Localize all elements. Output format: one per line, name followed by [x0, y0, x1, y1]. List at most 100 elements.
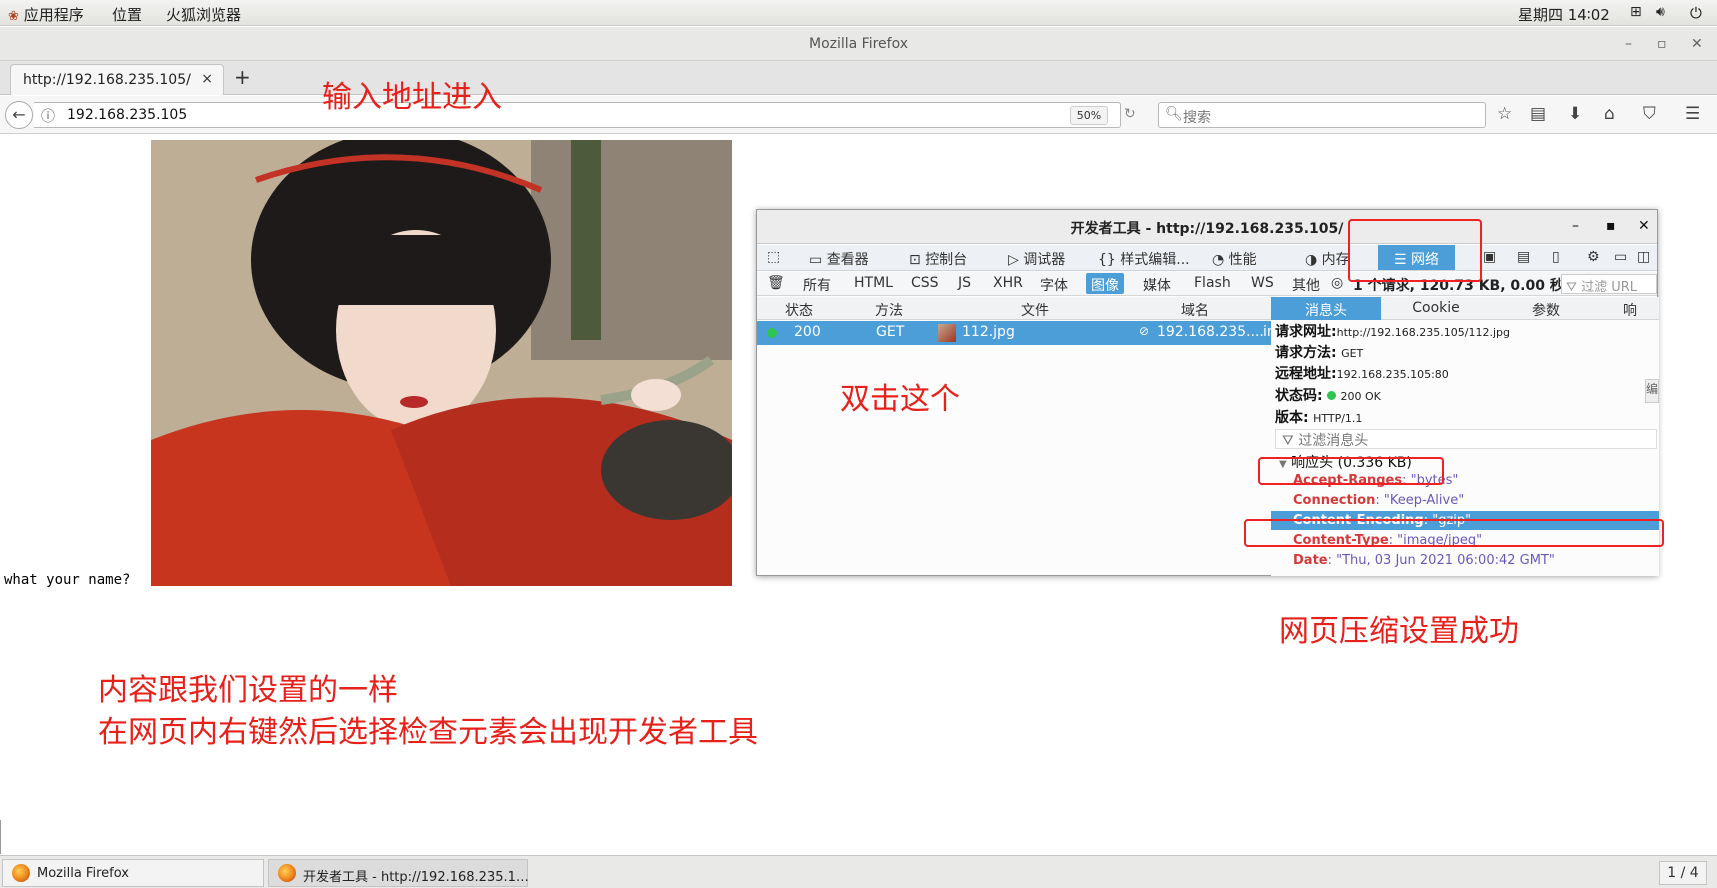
portrait-illustration: [151, 140, 732, 586]
taskbar: Mozilla Firefox 开发者工具 - http://192.168.2…: [0, 855, 1717, 888]
tab-memory[interactable]: ◑ 内存: [1305, 249, 1350, 269]
filter-headers-input[interactable]: ⛛ 过滤消息头: [1275, 429, 1657, 449]
annotation-double-click: 双击这个: [840, 382, 960, 417]
page-text: what your name?: [4, 572, 131, 588]
browser-menu[interactable]: 火狐浏览器: [166, 4, 241, 25]
column-file[interactable]: 文件: [1021, 300, 1049, 320]
response-header-row[interactable]: Date: "Thu, 03 Jun 2021 06:00:42 GMT": [1293, 553, 1555, 568]
taskbar-item-devtools[interactable]: 开发者工具 - http://192.168.235.1…: [268, 859, 529, 887]
row-file: 112.jpg: [962, 324, 1015, 340]
annotation-content-same: 内容跟我们设置的一样: [98, 673, 398, 708]
tab-headers[interactable]: 消息头: [1271, 297, 1381, 320]
tab-cookies[interactable]: Cookie: [1381, 297, 1491, 320]
firefox-icon: [12, 864, 30, 882]
firefox-icon: [278, 864, 296, 882]
header-request-method: 请求方法: GET: [1275, 342, 1363, 362]
performance-analysis-icon[interactable]: ◎: [1331, 275, 1343, 291]
volume-icon[interactable]: 🔊︎: [1656, 4, 1665, 20]
request-table-header: 状态 方法 文件 域名: [757, 297, 1271, 320]
tab-console[interactable]: ⊡ 控制台: [909, 249, 967, 269]
tab-inspector[interactable]: ▭ 查看器: [809, 249, 869, 269]
navigation-bar: ← ⓘ 192.168.235.105 50% ↻ 🔍︎ 搜索 ☆ ▤ ⬇ ⌂ …: [0, 96, 1717, 134]
filter-all[interactable]: 所有: [803, 275, 831, 295]
column-domain[interactable]: 域名: [1181, 300, 1209, 320]
filter-fonts[interactable]: 字体: [1040, 275, 1068, 295]
edit-resend-button[interactable]: 编: [1645, 379, 1659, 403]
browser-tab[interactable]: http://192.168.235.105/ ×: [10, 64, 224, 95]
tab-debugger[interactable]: ▷ 调试器: [1008, 249, 1065, 269]
filter-other[interactable]: 其他: [1292, 275, 1320, 295]
tab-label: http://192.168.235.105/: [23, 72, 191, 88]
tab-close-button[interactable]: ×: [201, 71, 213, 87]
column-method[interactable]: 方法: [875, 300, 903, 320]
filter-flash[interactable]: Flash: [1194, 275, 1231, 291]
dock-bottom-icon[interactable]: ▭: [1614, 249, 1627, 265]
status-ok-dot: [767, 328, 777, 338]
response-header-row[interactable]: Connection: "Keep-Alive": [1293, 493, 1464, 508]
tab-params[interactable]: 参数: [1491, 297, 1601, 320]
workspace-pager[interactable]: 1 / 4: [1659, 861, 1707, 885]
url-bar[interactable]: ⓘ 192.168.235.105 50% ↻: [34, 102, 1136, 128]
header-status-code: 状态码: 200 OK: [1275, 385, 1381, 405]
filter-url-input[interactable]: ⛛ 过滤 URL: [1561, 274, 1657, 294]
search-placeholder: 搜索: [1183, 110, 1211, 126]
header-version: 版本: HTTP/1.1: [1275, 407, 1362, 427]
pocket-icon[interactable]: ⛉: [1643, 104, 1656, 124]
header-request-url: 请求网址:http://192.168.235.105/112.jpg: [1275, 321, 1510, 341]
request-url-label: 请求网址:: [1275, 324, 1337, 340]
annotation-compression-ok: 网页压缩设置成功: [1279, 614, 1519, 649]
settings-gear-icon[interactable]: ⚙: [1587, 249, 1600, 265]
reload-icon[interactable]: ↻: [1124, 106, 1136, 122]
image-thumbnail-icon: [938, 324, 956, 342]
network-filter-bar: 🗑︎ 所有 HTML CSS JS XHR 字体 图像 媒体 Flash WS …: [757, 272, 1657, 296]
reading-list-icon[interactable]: ▤: [1530, 104, 1546, 124]
search-bar[interactable]: 🔍︎ 搜索: [1158, 102, 1486, 128]
home-icon[interactable]: ⌂: [1604, 104, 1615, 124]
column-status[interactable]: 状态: [785, 300, 813, 320]
site-info-icon[interactable]: ⓘ: [41, 106, 55, 126]
new-tab-button[interactable]: +: [234, 65, 251, 89]
hamburger-menu-icon[interactable]: ☰: [1685, 104, 1700, 124]
applications-menu[interactable]: ❀ 应用程序: [8, 4, 84, 25]
zoom-indicator[interactable]: 50%: [1070, 106, 1108, 125]
scratchpad-icon[interactable]: ▤: [1517, 249, 1530, 265]
filter-html[interactable]: HTML: [854, 275, 893, 291]
clock[interactable]: 星期四 14∶02: [1518, 4, 1610, 25]
devtools-close-button[interactable]: ✕: [1638, 218, 1650, 234]
bookmark-star-icon[interactable]: ☆: [1497, 104, 1512, 124]
responsive-design-icon[interactable]: ▯: [1552, 249, 1560, 265]
tab-performance[interactable]: ◔ 性能: [1212, 249, 1257, 269]
tab-style-editor[interactable]: {} 样式编辑...: [1098, 249, 1190, 269]
devtools-maximize-button[interactable]: ▪: [1606, 218, 1616, 234]
network-icon[interactable]: ⊞: [1630, 4, 1642, 20]
filter-js[interactable]: JS: [958, 275, 971, 291]
tab-response[interactable]: 响: [1601, 297, 1659, 320]
power-icon[interactable]: ⏻: [1690, 4, 1702, 22]
filter-media[interactable]: 媒体: [1143, 275, 1171, 295]
devtools-minimize-button[interactable]: –: [1572, 218, 1579, 234]
back-button[interactable]: ←: [5, 101, 33, 129]
filter-css[interactable]: CSS: [911, 275, 939, 291]
trash-icon[interactable]: 🗑︎: [767, 275, 785, 291]
header-value: "Keep-Alive": [1383, 493, 1465, 508]
minimize-button[interactable]: –: [1625, 36, 1632, 52]
version-value: HTTP/1.1: [1313, 412, 1363, 425]
places-menu[interactable]: 位置: [112, 4, 142, 25]
highlight-content-encoding: [1244, 519, 1664, 547]
downloads-icon[interactable]: ⬇: [1568, 104, 1582, 124]
maximize-button[interactable]: ▫: [1657, 36, 1667, 52]
table-row[interactable]: 200 GET 112.jpg ⊘ 192.168.235.... im: [757, 321, 1281, 345]
filter-ws[interactable]: WS: [1251, 275, 1274, 291]
taskbar-item-firefox-label: Mozilla Firefox: [37, 866, 129, 881]
close-window-button[interactable]: ✕: [1691, 36, 1703, 52]
pick-element-icon[interactable]: ⬚: [767, 249, 780, 265]
filter-images[interactable]: 图像: [1086, 273, 1124, 294]
taskbar-item-firefox[interactable]: Mozilla Firefox: [2, 859, 264, 887]
gnome-top-bar: ❀ 应用程序 位置 火狐浏览器 星期四 14∶02 ⊞ 🔊︎ ⏻: [0, 0, 1717, 26]
dock-side-icon[interactable]: ◫: [1637, 249, 1650, 265]
split-console-icon[interactable]: ▣: [1483, 249, 1496, 265]
remote-address-value: 192.168.235.105:80: [1336, 368, 1449, 381]
window-title: Mozilla Firefox: [808, 36, 909, 52]
header-key: Connection: [1293, 493, 1376, 508]
filter-xhr[interactable]: XHR: [993, 275, 1023, 291]
